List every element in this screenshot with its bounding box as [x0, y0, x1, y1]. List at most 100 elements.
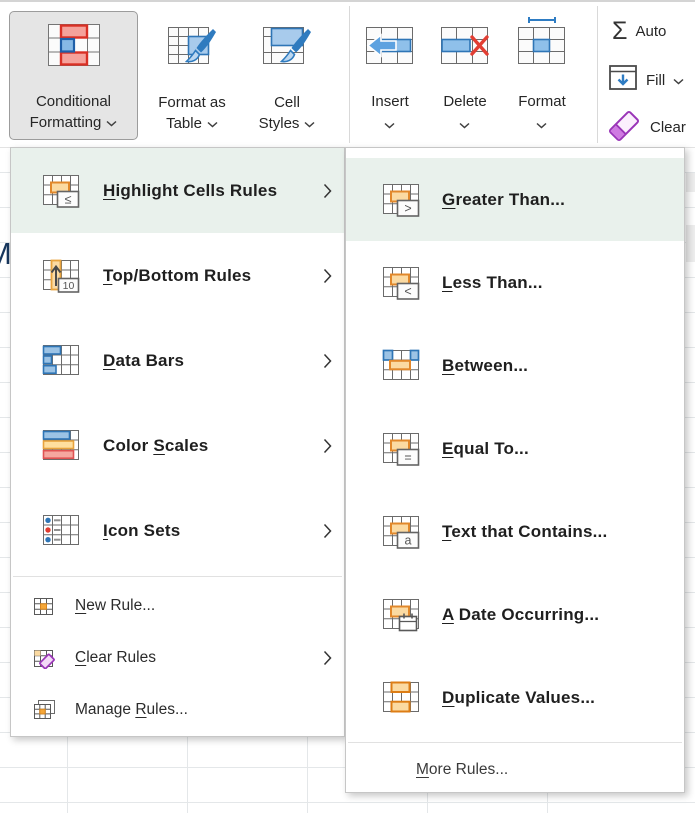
submenu-arrow-icon: [323, 268, 332, 284]
cell-styles-label-line1: Cell: [274, 92, 300, 113]
submenu-arrow-icon: [323, 353, 332, 369]
cell-styles-button[interactable]: Cell Styles: [243, 11, 331, 140]
ribbon: Conditional Formatting Format as Table: [0, 0, 695, 148]
delete-label: Delete: [443, 91, 486, 112]
chevron-down-icon: [459, 116, 470, 134]
submenu-separator: [348, 742, 682, 743]
format-label: Format: [518, 91, 566, 112]
submenu-arrow-icon: [323, 523, 332, 539]
data-bars-icon: [42, 341, 82, 381]
sheet-shaded-cell: [686, 225, 695, 262]
menu-item-label: Top/Bottom Rules: [103, 266, 251, 286]
menu-item-label: New Rule...: [75, 597, 155, 615]
submenu-item-a-date-occurring[interactable]: A Date Occurring...: [346, 573, 684, 656]
chevron-down-icon: [536, 116, 547, 134]
conditional-formatting-menu: ≤ Highlight Cells Rules 10 Top/Bottom Ru…: [10, 147, 345, 737]
chevron-down-icon: [304, 113, 315, 134]
autosum-button[interactable]: Σ Auto: [612, 18, 666, 44]
chevron-down-icon: [207, 113, 218, 134]
new-rule-icon: [33, 596, 56, 617]
menu-item-color-scales[interactable]: Color Scales: [11, 403, 344, 488]
submenu-item-label: Equal To...: [442, 439, 529, 459]
highlight-cells-rules-icon: ≤: [42, 171, 82, 211]
autosum-label: Auto: [635, 23, 666, 40]
conditional-formatting-label-line1: Conditional: [36, 91, 111, 112]
less-than-icon: <: [382, 263, 422, 303]
fill-button[interactable]: Fill: [609, 65, 684, 96]
format-button[interactable]: Format: [510, 11, 574, 140]
submenu-item-more-rules[interactable]: More Rules...: [346, 746, 684, 794]
menu-item-label: Clear Rules: [75, 649, 156, 667]
sigma-icon: Σ: [612, 18, 627, 44]
menu-item-label: Icon Sets: [103, 521, 180, 541]
menu-item-label: Color Scales: [103, 436, 208, 456]
cell-styles-icon: [262, 22, 312, 73]
color-scales-icon: [42, 426, 82, 466]
duplicate-values-icon: [382, 678, 422, 718]
menu-item-label: Data Bars: [103, 351, 184, 371]
submenu-item-greater-than[interactable]: > Greater Than...: [346, 158, 684, 241]
clear-rules-icon: [33, 648, 56, 669]
equal-to-icon: =: [382, 429, 422, 469]
svg-text:=: =: [404, 450, 411, 464]
greater-than-icon: >: [382, 180, 422, 220]
date-occurring-icon: [382, 595, 422, 635]
menu-item-new-rule[interactable]: New Rule...: [11, 580, 344, 632]
format-as-table-button[interactable]: Format as Table: [148, 11, 236, 140]
ribbon-group-divider: [597, 6, 598, 143]
svg-text:10: 10: [63, 280, 75, 292]
menu-item-highlight-cells-rules[interactable]: ≤ Highlight Cells Rules: [11, 148, 344, 233]
highlight-cells-rules-submenu: > Greater Than... < Less Than...: [345, 147, 685, 793]
between-icon: [382, 346, 422, 386]
cell-styles-label-line2: Styles: [259, 113, 300, 134]
submenu-item-equal-to[interactable]: = Equal To...: [346, 407, 684, 490]
chevron-down-icon: [384, 116, 395, 134]
format-as-table-icon: [167, 22, 217, 73]
format-as-table-label-line2: Table: [166, 113, 202, 134]
delete-button[interactable]: Delete: [435, 11, 495, 140]
chevron-down-icon: [673, 72, 684, 90]
menu-item-label: Highlight Cells Rules: [103, 181, 277, 201]
clear-label: Clear: [650, 119, 686, 136]
submenu-item-text-that-contains[interactable]: a Text that Contains...: [346, 490, 684, 573]
submenu-item-duplicate-values[interactable]: Duplicate Values...: [346, 656, 684, 739]
manage-rules-icon: [33, 700, 56, 721]
submenu-item-label: Greater Than...: [442, 190, 565, 210]
fill-down-icon: [609, 65, 638, 96]
conditional-formatting-icon: [47, 23, 101, 72]
submenu-arrow-icon: [323, 438, 332, 454]
text-contains-icon: a: [382, 512, 422, 552]
svg-text:a: a: [405, 533, 412, 547]
submenu-item-label: Text that Contains...: [442, 522, 607, 542]
menu-item-manage-rules[interactable]: Manage Rules...: [11, 684, 344, 736]
insert-button[interactable]: Insert: [360, 11, 420, 140]
svg-text:≤: ≤: [65, 192, 72, 206]
conditional-formatting-button[interactable]: Conditional Formatting: [9, 11, 138, 140]
submenu-item-label: Less Than...: [442, 273, 543, 293]
submenu-item-label: Duplicate Values...: [442, 688, 595, 708]
ribbon-group-divider: [349, 6, 350, 143]
chevron-down-icon: [106, 112, 117, 133]
svg-text:>: >: [404, 201, 411, 215]
insert-cells-icon: [365, 25, 415, 70]
format-cells-icon: [517, 16, 567, 71]
svg-text:<: <: [404, 284, 411, 298]
delete-cells-icon: [440, 25, 490, 70]
menu-separator: [13, 576, 342, 577]
submenu-item-between[interactable]: Between...: [346, 324, 684, 407]
submenu-item-label: A Date Occurring...: [442, 605, 599, 625]
excel-window: M Conditional Formatting: [0, 0, 695, 813]
clear-button[interactable]: Clear: [606, 108, 686, 147]
top-bottom-rules-icon: 10: [42, 256, 82, 296]
submenu-item-label: Between...: [442, 356, 528, 376]
menu-item-clear-rules[interactable]: Clear Rules: [11, 632, 344, 684]
eraser-icon: [606, 108, 642, 147]
icon-sets-icon: [42, 511, 82, 551]
submenu-item-less-than[interactable]: < Less Than...: [346, 241, 684, 324]
sheet-shaded-cell: [686, 173, 695, 192]
insert-label: Insert: [371, 91, 409, 112]
conditional-formatting-label-line2: Formatting: [30, 112, 102, 133]
menu-item-icon-sets[interactable]: Icon Sets: [11, 488, 344, 573]
menu-item-top-bottom-rules[interactable]: 10 Top/Bottom Rules: [11, 233, 344, 318]
menu-item-data-bars[interactable]: Data Bars: [11, 318, 344, 403]
